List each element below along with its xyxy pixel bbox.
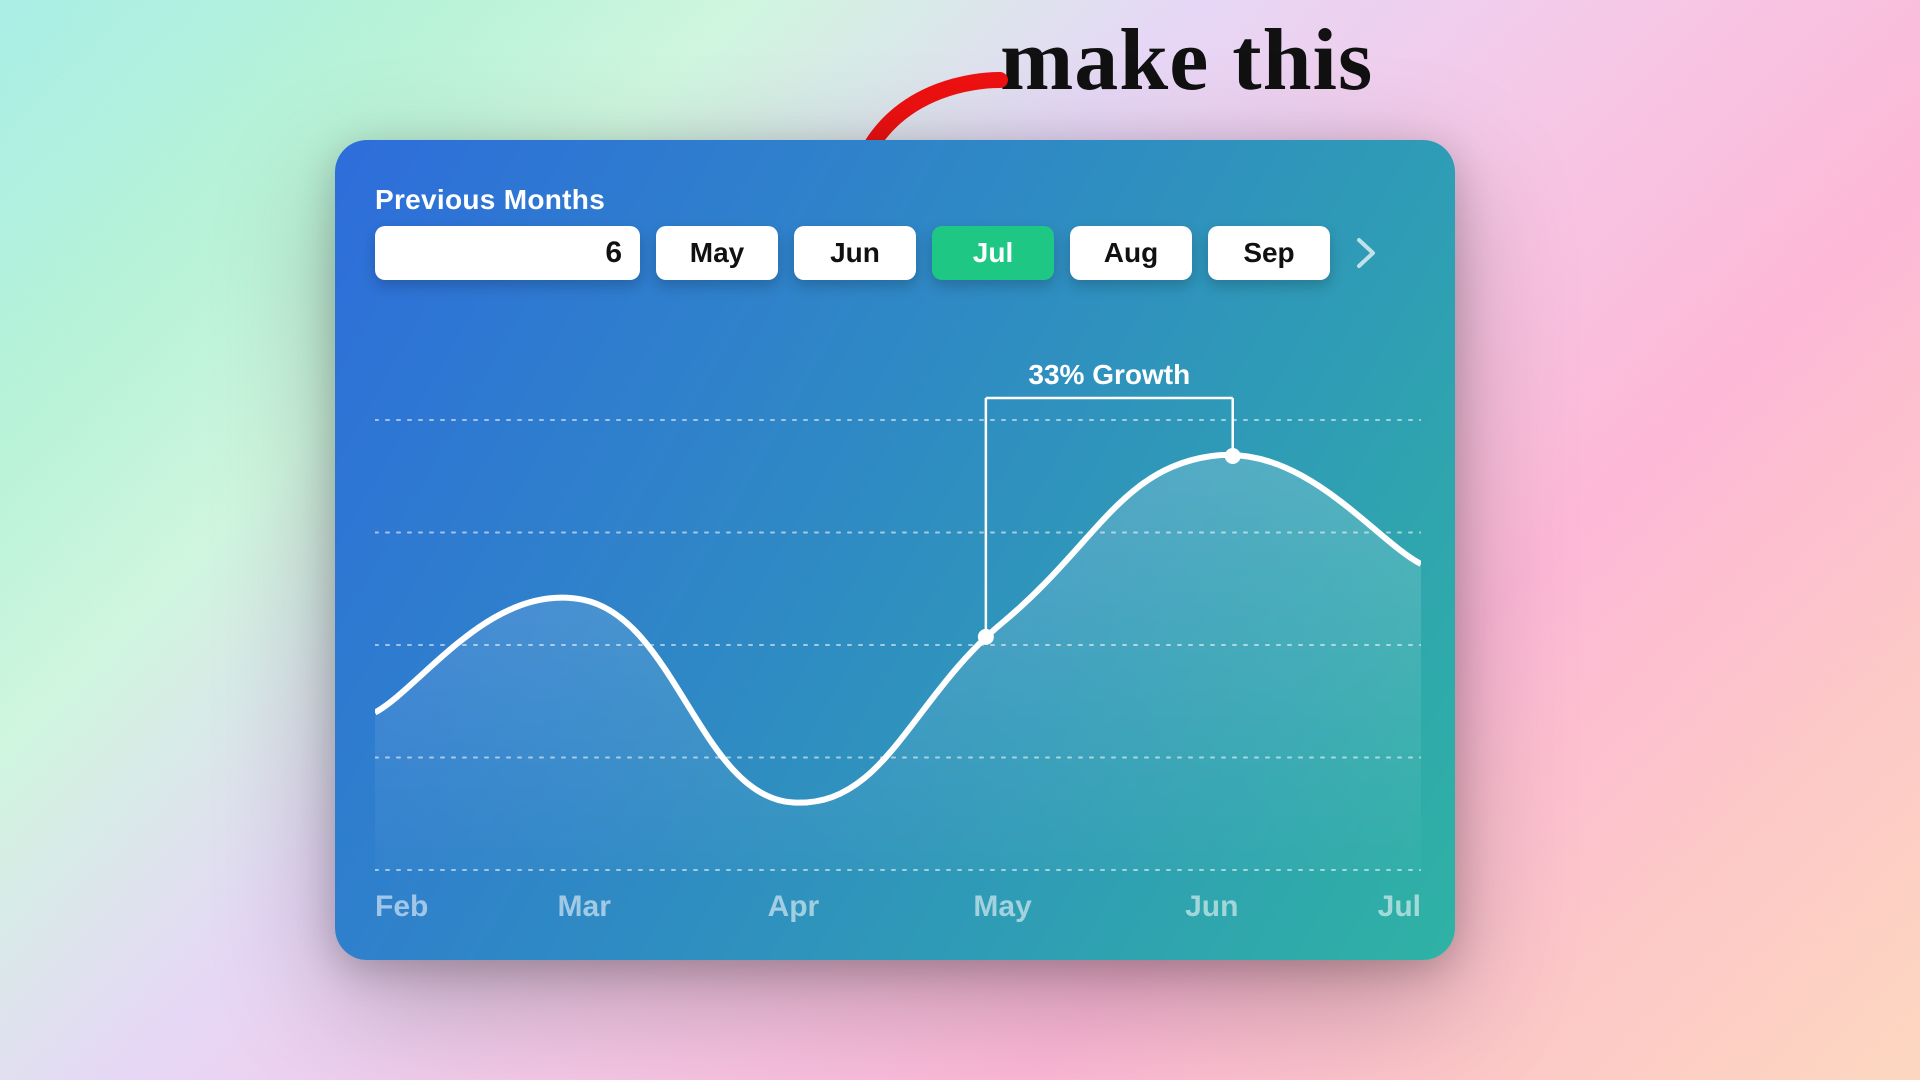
chart-data-point-marker (1225, 448, 1241, 464)
x-axis-label: May (973, 890, 1032, 923)
month-pill-jun[interactable]: Jun (794, 226, 916, 280)
chevron-right-icon (1359, 240, 1373, 266)
chart-svg: 33% Growth Feb Mar Apr May Jun Jul (375, 350, 1421, 930)
previous-months-input[interactable] (375, 226, 640, 280)
previous-months-label: Previous Months (375, 184, 1415, 216)
chart-card: Previous Months May Jun Jul Aug Sep 33% Grow… (335, 140, 1455, 960)
month-pill-may[interactable]: May (656, 226, 778, 280)
x-axis-label: Jun (1185, 890, 1238, 923)
x-axis-label: Feb (375, 890, 428, 923)
month-pill-sep[interactable]: Sep (1208, 226, 1330, 280)
chart-data-point-marker (978, 629, 994, 645)
next-months-button[interactable] (1346, 226, 1386, 280)
month-pill-jul[interactable]: Jul (932, 226, 1054, 280)
x-axis-label: Jul (1378, 890, 1421, 923)
x-axis-label: Apr (768, 890, 820, 923)
handwritten-callout: make this (1000, 10, 1373, 111)
month-pill-aug[interactable]: Aug (1070, 226, 1192, 280)
growth-annotation: 33% Growth (1028, 359, 1190, 390)
growth-chart: 33% Growth Feb Mar Apr May Jun Jul (375, 350, 1421, 930)
month-controls-row: May Jun Jul Aug Sep (375, 226, 1415, 280)
x-axis-label: Mar (558, 890, 612, 923)
